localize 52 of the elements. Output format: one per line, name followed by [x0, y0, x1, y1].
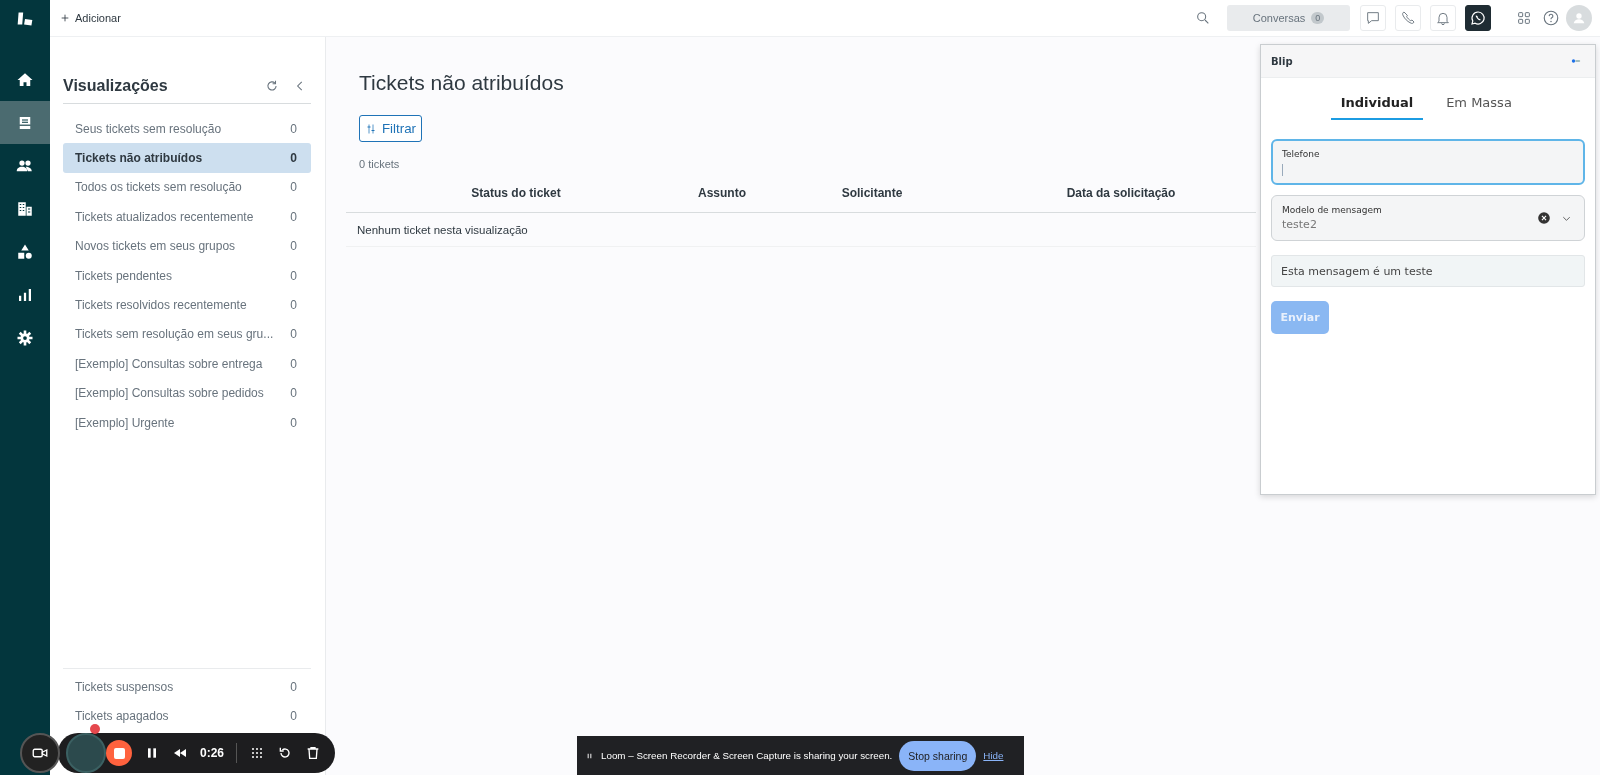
tab[interactable]: Em Massa	[1433, 86, 1525, 120]
column-header[interactable]: Status do ticket	[346, 186, 686, 200]
view-item[interactable]: Tickets atualizados recentemente 0	[63, 202, 311, 232]
chat-icon	[1365, 10, 1381, 26]
phone-icon	[1400, 10, 1416, 26]
view-item[interactable]: [Exemplo] Urgente 0	[63, 407, 311, 438]
template-dropdown[interactable]: Modelo de mensagem teste2	[1271, 195, 1585, 241]
sharing-message: Loom – Screen Recorder & Screen Capture is sharing your screen.	[601, 750, 893, 761]
apps-grid-icon[interactable]	[1516, 10, 1532, 26]
refresh-icon[interactable]	[265, 79, 279, 93]
help-icon[interactable]	[1542, 9, 1560, 27]
panel-title: Blip	[1271, 55, 1293, 67]
nav-button[interactable]	[0, 101, 50, 144]
view-item[interactable]: Novos tickets em seus grupos 0	[63, 231, 311, 261]
recording-timer: 0:26	[200, 746, 225, 760]
panel-title: Visualizações	[63, 77, 169, 95]
view-item[interactable]: Tickets não atribuídos 0	[63, 143, 311, 173]
stop-sharing-button[interactable]: Stop sharing	[899, 740, 977, 771]
search-icon[interactable]	[1195, 10, 1211, 26]
toolbar-button[interactable]	[1465, 5, 1491, 31]
view-item[interactable]: [Exemplo] Consultas sobre entrega 0	[63, 349, 311, 379]
view-item[interactable]: Tickets apagados 0	[63, 701, 311, 731]
count-badge: 0	[1311, 12, 1325, 24]
view-item[interactable]: Seus tickets sem resolução 0	[63, 114, 311, 144]
view-item[interactable]: Tickets pendentes 0	[63, 260, 311, 291]
person-icon	[1571, 10, 1587, 26]
clear-icon[interactable]	[1537, 211, 1551, 225]
view-item[interactable]: [Exemplo] Consultas sobre pedidos 0	[63, 378, 311, 408]
add-button[interactable]: Adicionar	[60, 12, 121, 24]
bell-icon	[1435, 10, 1451, 26]
view-item[interactable]: Todos os tickets sem resolução 0	[63, 172, 311, 203]
filter-button[interactable]: Filtrar	[359, 115, 422, 142]
view-item[interactable]: Tickets suspensos 0	[63, 672, 311, 702]
column-header[interactable]: Assunto	[686, 186, 758, 200]
message-preview: Esta mensagem é um teste	[1271, 255, 1585, 287]
page-title: Tickets não atribuídos	[359, 71, 565, 96]
empty-message: Nenhum ticket nesta visualização	[346, 213, 1256, 247]
conversations-button[interactable]: Conversas 0	[1227, 5, 1350, 31]
phone-field[interactable]: Telefone	[1271, 139, 1585, 185]
plus-icon	[60, 13, 70, 23]
chat-bubble-phone-icon	[1470, 10, 1486, 26]
hide-link[interactable]: Hide	[983, 750, 1004, 761]
view-item[interactable]: Tickets sem resolução em seus gru... 0	[63, 319, 311, 350]
ticket-count: 0 tickets	[359, 158, 401, 170]
shapes-icon	[16, 242, 34, 261]
settings-icon	[16, 328, 34, 347]
stop-recording-button[interactable]	[106, 740, 132, 766]
column-header[interactable]: Data da solicitação	[986, 186, 1256, 200]
view-item[interactable]: Tickets resolvidos recentemente 0	[63, 290, 311, 320]
column-header[interactable]: Solicitante	[758, 186, 986, 200]
tab[interactable]: Individual	[1331, 86, 1423, 120]
building-icon	[16, 199, 34, 218]
